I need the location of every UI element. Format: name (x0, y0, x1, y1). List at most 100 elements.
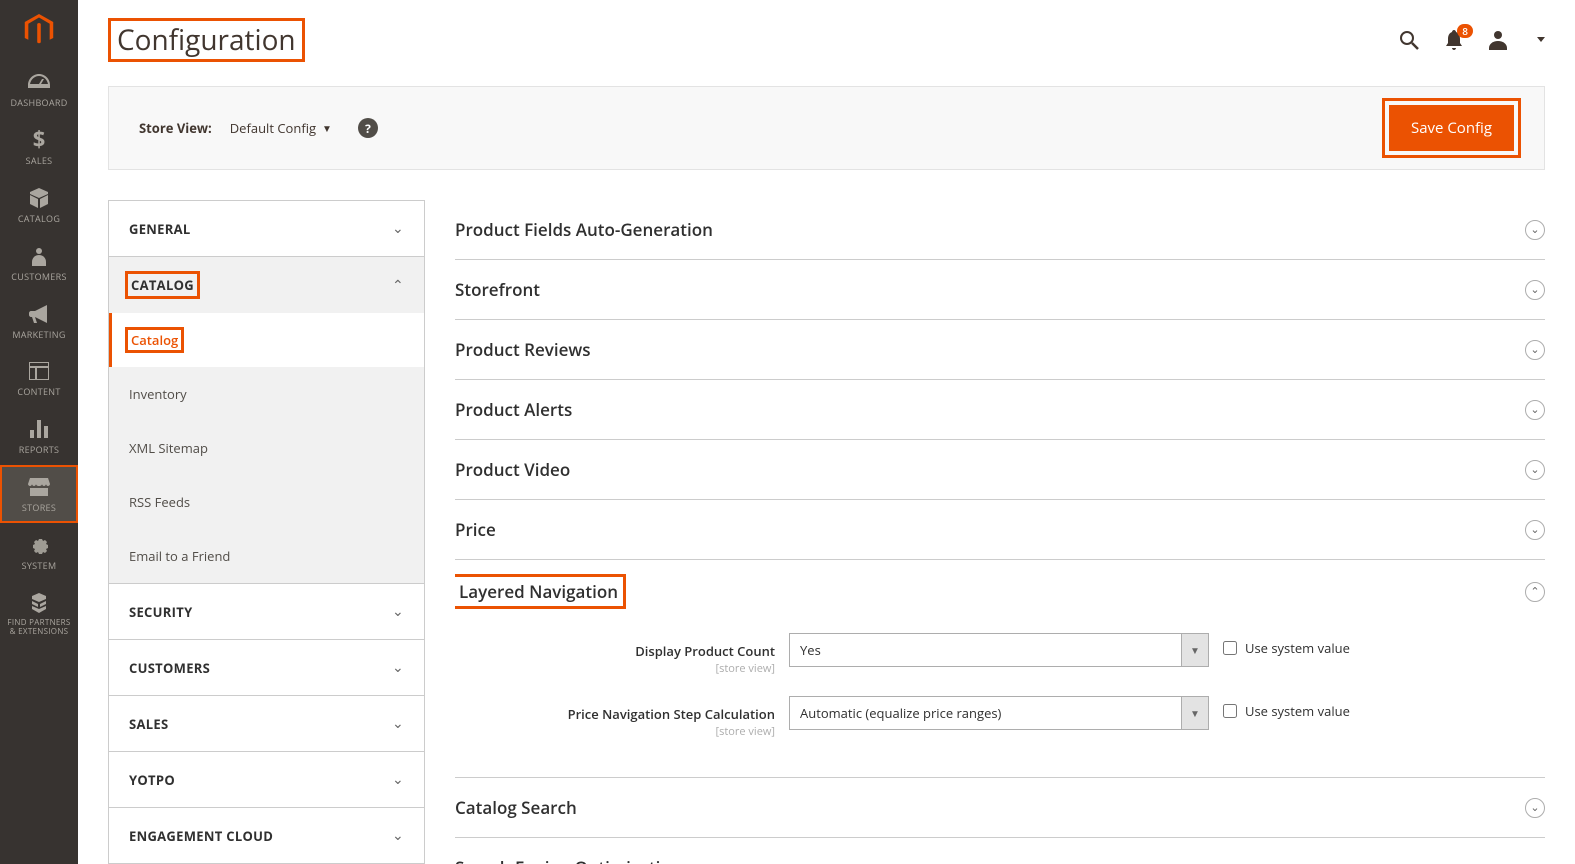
section-header[interactable]: Layered Navigation ⌃ (455, 578, 1545, 605)
store-view-label: Store View: (139, 119, 212, 137)
nav-content[interactable]: CONTENT (0, 349, 78, 407)
use-system-value[interactable]: Use system value (1223, 633, 1350, 657)
section-header[interactable]: Storefront ⌄ (455, 278, 1545, 301)
magento-logo[interactable] (0, 0, 78, 60)
nav-stores[interactable]: STORES (0, 465, 78, 523)
section-product-reviews: Product Reviews ⌄ (455, 320, 1545, 380)
nav-sales[interactable]: $ SALES (0, 118, 78, 176)
nav-label: SYSTEM (22, 561, 57, 571)
section-title: Price (455, 518, 496, 541)
nav-customers[interactable]: CUSTOMERS (0, 234, 78, 292)
caret-down-icon (1537, 37, 1545, 43)
tab-sub-inventory[interactable]: Inventory (109, 367, 424, 421)
section-header[interactable]: Price ⌄ (455, 518, 1545, 541)
chevron-down-icon: ⌄ (392, 770, 404, 789)
chevron-down-icon: ⌄ (392, 826, 404, 845)
section-header[interactable]: Product Video ⌄ (455, 458, 1545, 481)
section-title: Product Reviews (455, 338, 591, 361)
nav-dashboard[interactable]: DASHBOARD (0, 60, 78, 118)
tab-group-header-customers[interactable]: CUSTOMERS ⌄ (109, 640, 424, 695)
expand-icon: ⌄ (1525, 400, 1545, 420)
store-view-select[interactable]: Default Config ▼ (230, 119, 332, 137)
user-menu[interactable] (1489, 30, 1545, 50)
use-system-checkbox[interactable] (1223, 704, 1237, 718)
search-button[interactable] (1399, 30, 1419, 50)
section-header[interactable]: Product Alerts ⌄ (455, 398, 1545, 421)
field-scope: [store view] (455, 724, 775, 739)
section-title: Search Engine Optimization (455, 856, 681, 864)
field-scope: [store view] (455, 661, 775, 676)
chevron-down-icon: ⌄ (392, 714, 404, 733)
save-config-button[interactable]: Save Config (1389, 105, 1514, 151)
section-header[interactable]: Search Engine Optimization (455, 856, 1545, 864)
use-system-value[interactable]: Use system value (1223, 696, 1350, 720)
tab-sub-catalog[interactable]: Catalog (109, 313, 424, 367)
nav-label: MARKETING (12, 330, 65, 340)
expand-icon: ⌄ (1525, 280, 1545, 300)
tab-group-header-catalog[interactable]: CATALOG ⌃ (109, 257, 424, 313)
section-title: Product Fields Auto-Generation (455, 218, 713, 241)
header-actions: 8 (1399, 30, 1545, 50)
toolbar: Store View: Default Config ▼ ? Save Conf… (108, 86, 1545, 170)
nav-label: CATALOG (18, 214, 60, 224)
section-product-video: Product Video ⌄ (455, 440, 1545, 500)
tab-group-label: SALES (129, 715, 168, 733)
field-label-col: Display Product Count [store view] (455, 633, 775, 676)
config-tabs: GENERAL ⌄ CATALOG ⌃ Catalog Inventory XM… (108, 200, 425, 864)
section-title: Catalog Search (455, 796, 577, 819)
chevron-down-icon: ⌄ (392, 602, 404, 621)
expand-icon: ⌄ (1525, 340, 1545, 360)
person-icon (32, 244, 46, 268)
tab-group-header-yotpo[interactable]: YOTPO ⌄ (109, 752, 424, 807)
cube-icon (29, 186, 49, 210)
chevron-down-icon: ⌄ (392, 658, 404, 677)
expand-icon: ⌄ (1525, 460, 1545, 480)
nav-label: DASHBOARD (10, 98, 67, 108)
tab-group-header-sales[interactable]: SALES ⌄ (109, 696, 424, 751)
content-area: GENERAL ⌄ CATALOG ⌃ Catalog Inventory XM… (78, 170, 1575, 864)
section-product-fields: Product Fields Auto-Generation ⌄ (455, 200, 1545, 260)
field-label-col: Price Navigation Step Calculation [store… (455, 696, 775, 739)
display-product-count-select[interactable]: Yes (789, 633, 1209, 667)
tab-group-general: GENERAL ⌄ (109, 201, 424, 257)
store-view-switcher: Store View: Default Config ▼ ? (139, 118, 378, 138)
store-view-value: Default Config (230, 119, 316, 137)
nav-label: FIND PARTNERS & EXTENSIONS (4, 619, 74, 637)
expand-icon: ⌄ (1525, 520, 1545, 540)
section-seo: Search Engine Optimization (455, 838, 1545, 864)
config-sections: Product Fields Auto-Generation ⌄ Storefr… (455, 200, 1545, 864)
section-header[interactable]: Product Fields Auto-Generation ⌄ (455, 218, 1545, 241)
tab-group-sales: SALES ⌄ (109, 696, 424, 752)
tab-sub-xml-sitemap[interactable]: XML Sitemap (109, 421, 424, 475)
tab-group-engagement: ENGAGEMENT CLOUD ⌄ (109, 808, 424, 863)
main-content: Configuration 8 Store View: Default Conf… (78, 0, 1575, 864)
notifications-button[interactable]: 8 (1445, 30, 1463, 50)
tab-group-header-engagement[interactable]: ENGAGEMENT CLOUD ⌄ (109, 808, 424, 863)
chevron-down-icon: ⌄ (392, 219, 404, 238)
tab-sub-rss-feeds[interactable]: RSS Feeds (109, 475, 424, 529)
section-header[interactable]: Product Reviews ⌄ (455, 338, 1545, 361)
tab-group-security: SECURITY ⌄ (109, 584, 424, 640)
nav-marketing[interactable]: MARKETING (0, 292, 78, 350)
tab-sub-email-friend[interactable]: Email to a Friend (109, 529, 424, 583)
store-icon (28, 475, 50, 499)
nav-reports[interactable]: REPORTS (0, 407, 78, 465)
nav-catalog[interactable]: CATALOG (0, 176, 78, 234)
dollar-icon: $ (32, 128, 46, 152)
section-header[interactable]: Catalog Search ⌄ (455, 796, 1545, 819)
page-title: Configuration (108, 18, 305, 62)
use-system-checkbox[interactable] (1223, 641, 1237, 655)
section-body: Display Product Count [store view] Yes ▼… (455, 605, 1545, 739)
tab-group-header-general[interactable]: GENERAL ⌄ (109, 201, 424, 256)
nav-system[interactable]: SYSTEM (0, 523, 78, 581)
tab-group-label: GENERAL (129, 220, 191, 238)
partners-icon (29, 591, 49, 615)
help-button[interactable]: ? (358, 118, 378, 138)
field-label: Price Navigation Step Calculation (568, 705, 775, 723)
section-storefront: Storefront ⌄ (455, 260, 1545, 320)
tab-group-header-security[interactable]: SECURITY ⌄ (109, 584, 424, 639)
collapse-icon: ⌃ (1525, 582, 1545, 602)
nav-find-partners[interactable]: FIND PARTNERS & EXTENSIONS (0, 581, 78, 647)
magento-logo-icon (23, 14, 55, 46)
price-navigation-step-select[interactable]: Automatic (equalize price ranges) (789, 696, 1209, 730)
